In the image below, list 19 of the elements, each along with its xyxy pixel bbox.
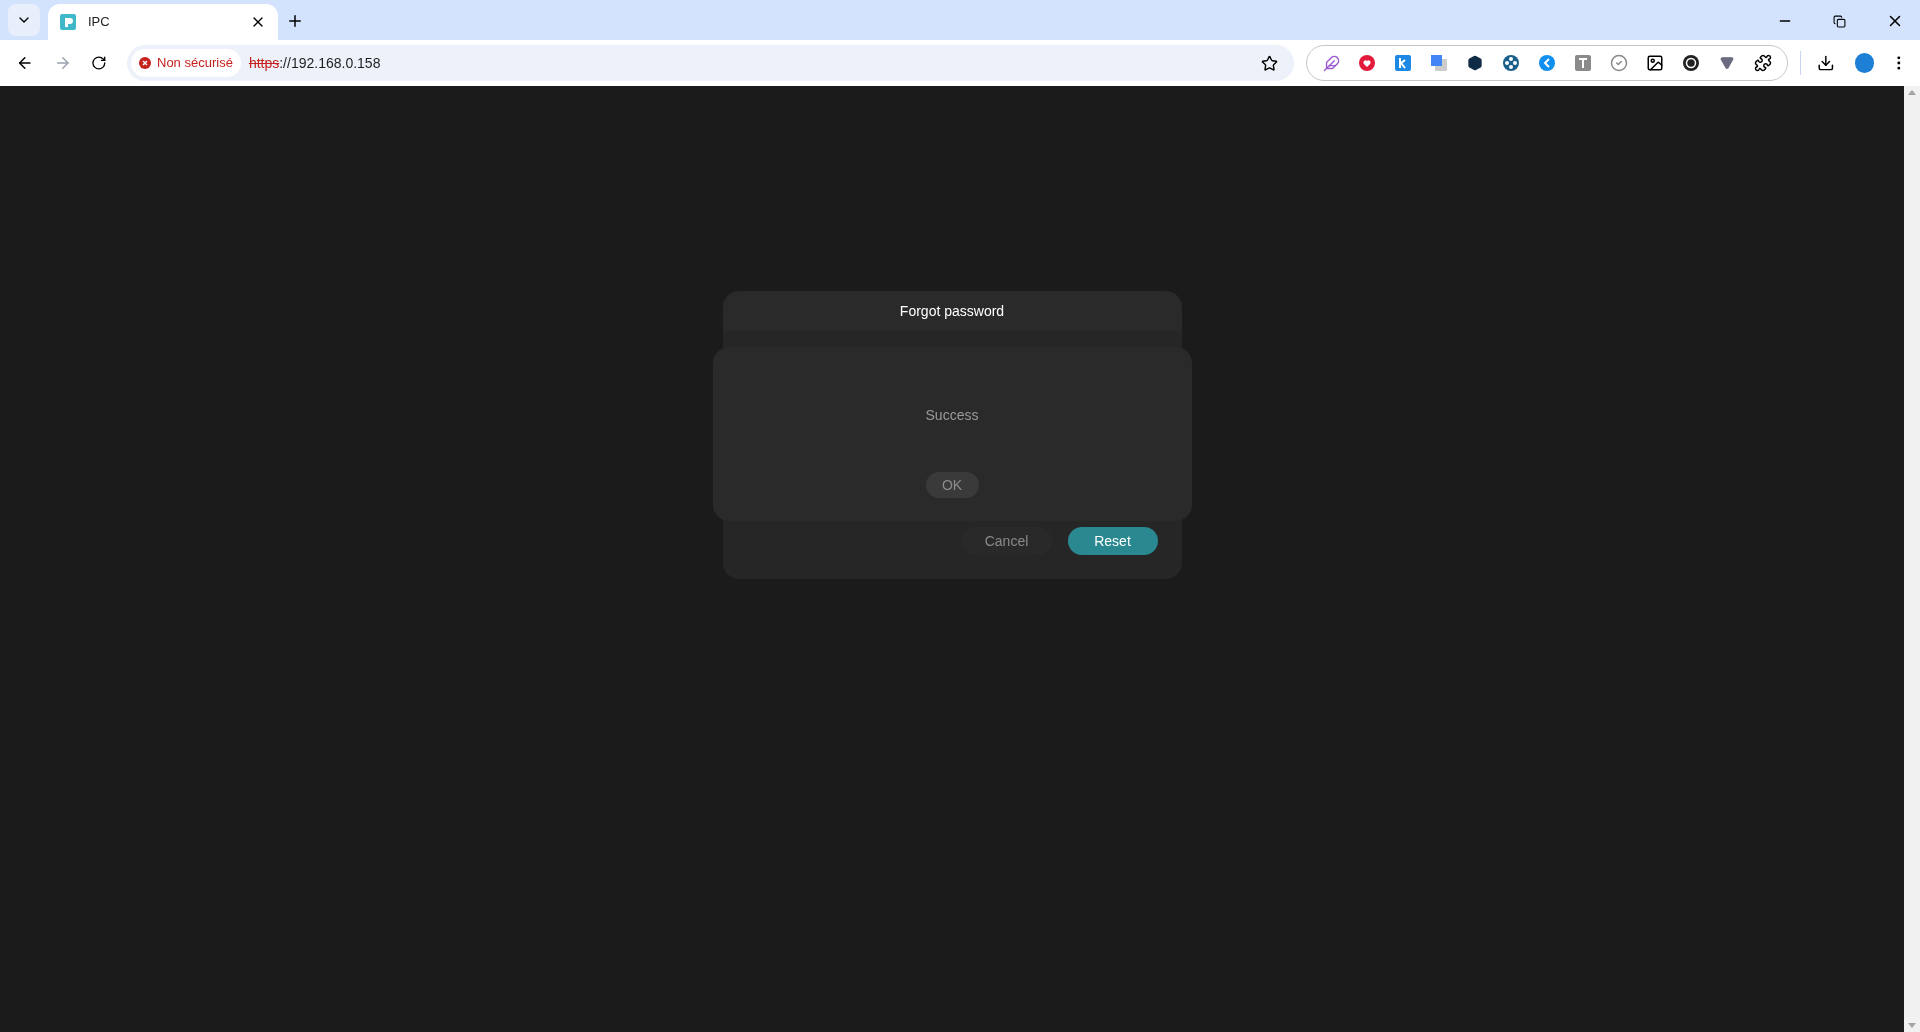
tab-favicon-icon <box>60 14 76 30</box>
back-icon[interactable] <box>16 54 34 72</box>
reload-icon[interactable] <box>91 55 107 71</box>
tab-search-button[interactable] <box>8 4 40 36</box>
new-tab-icon[interactable] <box>286 12 304 30</box>
download-icon[interactable] <box>1817 54 1835 72</box>
browser-tab[interactable]: IPC <box>48 4 278 40</box>
url-text: https://192.168.0.158 <box>248 53 381 73</box>
security-chip[interactable]: Non sécurisé <box>131 49 241 77</box>
profile-avatar[interactable] <box>1854 53 1875 73</box>
bookmark-star-icon[interactable] <box>1261 54 1279 72</box>
restore-icon[interactable] <box>1833 14 1846 28</box>
dialog-title: Forgot password <box>899 301 1005 321</box>
address-bar[interactable]: Non sécurisé https://192.168.0.158 <box>127 45 1295 81</box>
security-label: Non sécurisé <box>157 54 233 73</box>
reset-button[interactable]: Reset <box>1067 527 1158 555</box>
ok-button[interactable]: OK <box>925 472 979 498</box>
success-message: Success <box>925 406 979 425</box>
tab-title: IPC <box>88 13 111 32</box>
